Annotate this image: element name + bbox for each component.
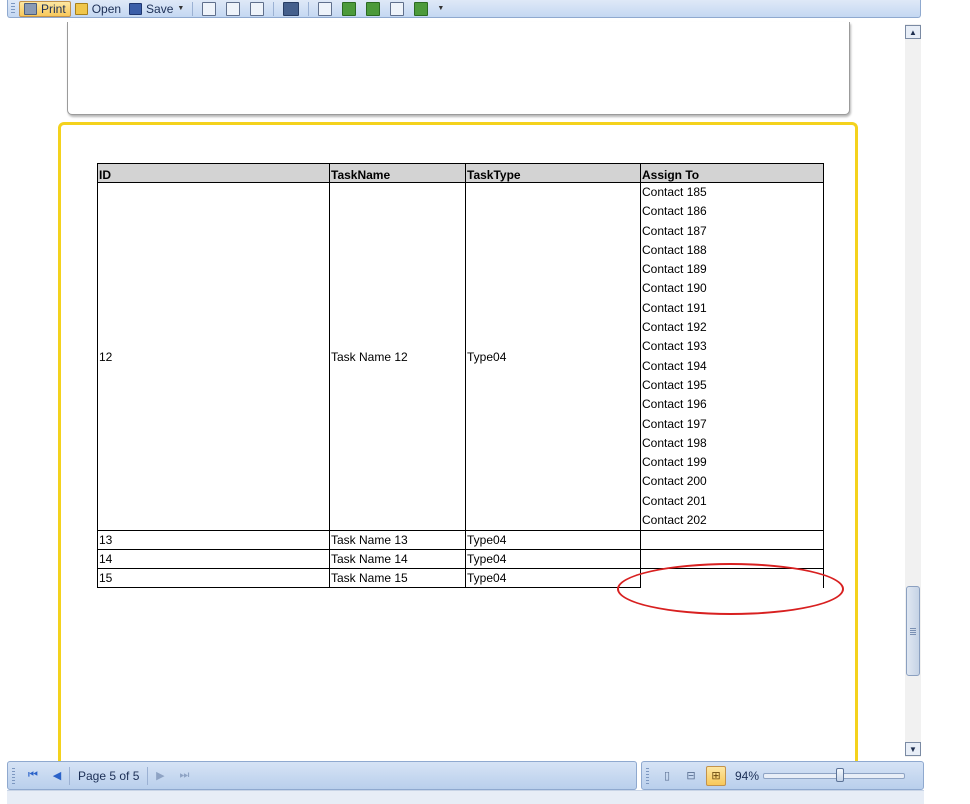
cell-taskname: Task Name 14 [329,549,466,570]
cell-taskname: Task Name 13 [329,530,466,551]
contact-item: Contact 198 [642,435,707,450]
save-button[interactable]: Save ▼ [125,1,188,17]
cell-tasktype: Type04 [465,181,641,532]
contact-item: Contact 195 [642,377,707,392]
thumb-grip-icon [910,628,916,636]
print-button[interactable]: Print [19,0,71,17]
cell-assign-to [640,530,824,551]
cell-tasktype: Type04 [465,530,641,551]
folder-open-icon [74,2,88,15]
continuous-view-icon[interactable]: ⊟ [682,767,700,785]
single-page-icon[interactable] [318,1,333,16]
report-table: ID TaskName TaskType Assign To 12 Task N… [97,163,824,589]
toolbar-grip[interactable] [11,2,15,15]
contact-item: Contact 202 [642,513,707,528]
contact-item: Contact 201 [642,493,707,508]
scrollbar-thumb[interactable] [906,586,920,676]
thumbnail-icon[interactable] [342,1,357,16]
table-row: 12 Task Name 12 Type04 Contact 185 Conta… [97,181,824,532]
header-taskname: TaskName [329,163,466,183]
duplicate-statusbar-strip [7,790,924,804]
contact-item: Contact 200 [642,474,707,489]
contact-item: Contact 191 [642,300,707,315]
zoombar-grip[interactable] [646,767,649,784]
toolbar-separator [273,1,275,16]
page-layout-icon[interactable] [390,1,405,16]
page-setup-icon[interactable] [202,1,217,16]
cell-id: 13 [97,530,330,551]
find-icon[interactable] [283,1,300,16]
toolbar-separator [192,1,194,16]
single-page-view-icon[interactable]: ▯ [658,767,676,785]
cell-id: 15 [97,568,330,589]
contact-item: Contact 193 [642,339,707,354]
scroll-up-arrow-icon[interactable]: ▲ [905,25,921,39]
zoom-slider[interactable] [763,767,906,782]
cell-taskname: Task Name 15 [329,568,466,589]
contact-item: Contact 190 [642,281,707,296]
toolbar-separator [308,1,310,16]
header-assign-to: Assign To [640,163,824,183]
toolbar: Print Open Save ▼ ▼ [7,0,921,18]
contact-item: Contact 187 [642,223,707,238]
last-page-icon[interactable]: ⏭ [176,768,192,784]
cell-tasktype: Type04 [465,568,641,589]
printer-icon [24,2,37,15]
print-label: Print [41,1,66,16]
cell-assign-to: Contact 185 Contact 186 Contact 187 Cont… [640,181,824,532]
document-map-icon[interactable] [366,1,381,16]
page-indicator: Page 5 of 5 [69,766,149,785]
navigation-bar: ⏮ ◀ Page 5 of 5 ▶ ⏭ [7,761,637,790]
parameters-icon[interactable] [250,1,265,16]
multi-page-view-icon[interactable]: ⊞ [706,765,726,786]
contact-item: Contact 194 [642,358,707,373]
table-header-row: ID TaskName TaskType Assign To [97,163,824,183]
contact-item: Contact 189 [642,262,707,277]
chevron-down-icon: ▼ [437,5,445,12]
contact-item: Contact 197 [642,416,707,431]
contact-item: Contact 196 [642,397,707,412]
export-icon[interactable] [414,1,429,16]
header-id: ID [97,163,330,183]
cell-id: 12 [97,181,330,532]
cell-id: 14 [97,549,330,570]
zoom-slider-thumb[interactable] [836,767,845,782]
contact-item: Contact 192 [642,320,707,335]
open-button[interactable]: Open [71,1,125,17]
statusbar-grip[interactable] [12,767,15,784]
contact-item: Contact 186 [642,204,707,219]
save-label: Save [146,1,174,16]
help-icon[interactable] [226,1,241,16]
first-page-icon[interactable]: ⏮ [25,768,41,784]
annotation-ellipse [617,563,844,615]
contact-item: Contact 199 [642,455,707,470]
cell-taskname: Task Name 12 [329,181,466,532]
zoom-level: 94% [735,768,760,783]
contact-item: Contact 185 [642,185,707,199]
contact-item: Contact 188 [642,242,707,257]
previous-page [67,22,850,115]
floppy-disk-icon [129,2,143,15]
zoom-bar: ▯ ⊟ ⊞ 94% [641,761,924,790]
next-page-icon[interactable]: ▶ [152,768,168,784]
table-row: 13 Task Name 13 Type04 [97,530,824,551]
cell-tasktype: Type04 [465,549,641,570]
previous-page-icon[interactable]: ◀ [49,768,65,784]
header-tasktype: TaskType [465,163,641,183]
scroll-down-arrow-icon[interactable]: ▼ [905,742,921,756]
chevron-down-icon: ▼ [177,5,185,12]
open-label: Open [91,1,122,16]
